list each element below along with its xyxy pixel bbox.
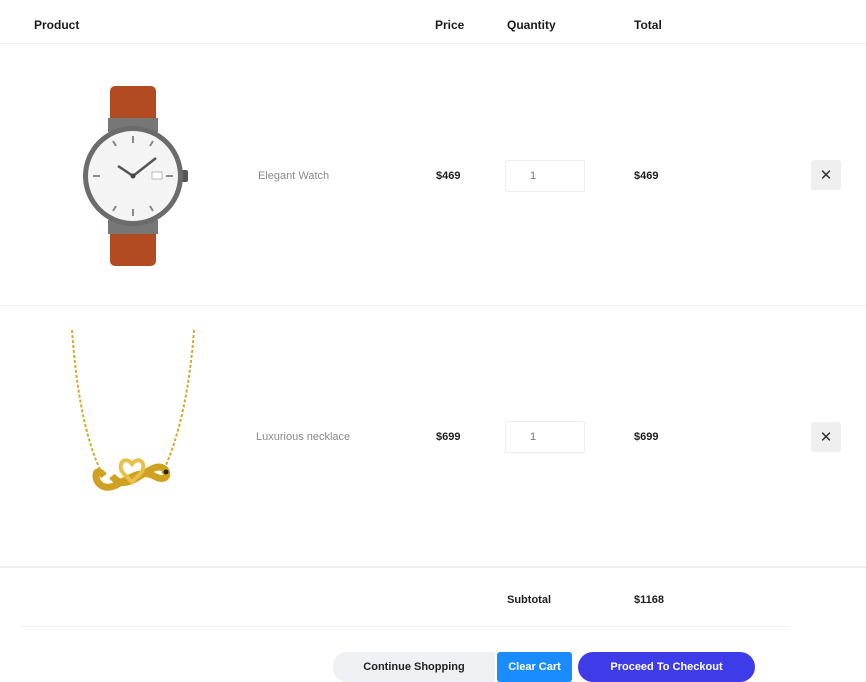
product-total: $469 — [634, 170, 659, 182]
quantity-input[interactable] — [505, 421, 585, 453]
product-price: $469 — [436, 170, 461, 182]
close-icon: ✕ — [819, 428, 833, 446]
header-product: Product — [34, 18, 80, 32]
subtotal-label: Subtotal — [507, 594, 551, 606]
close-icon: ✕ — [819, 166, 833, 184]
subtotal-value: $1168 — [634, 594, 664, 606]
continue-shopping-button[interactable]: Continue Shopping — [333, 652, 495, 682]
header-total: Total — [634, 18, 662, 32]
cart-row-necklace: Luxurious necklace $699 $699 ✕ — [0, 306, 866, 568]
remove-item-button[interactable]: ✕ — [811, 422, 841, 452]
cart-table-header: Product Price Quantity Total — [0, 0, 866, 44]
cart-row-watch: Elegant Watch $469 $469 ✕ — [0, 44, 866, 306]
product-total: $699 — [634, 431, 659, 443]
proceed-to-checkout-button[interactable]: Proceed To Checkout — [578, 652, 755, 682]
subtotal-row — [0, 570, 866, 628]
quantity-input[interactable] — [505, 160, 585, 192]
divider — [20, 626, 790, 627]
remove-item-button[interactable]: ✕ — [811, 160, 841, 190]
header-price: Price — [435, 18, 465, 32]
product-name[interactable]: Elegant Watch — [258, 170, 329, 182]
necklace-image[interactable] — [62, 326, 202, 506]
header-quantity: Quantity — [507, 18, 556, 32]
product-price: $699 — [436, 431, 461, 443]
clear-cart-button[interactable]: Clear Cart — [497, 652, 572, 682]
product-name[interactable]: Luxurious necklace — [256, 431, 350, 443]
watch-image[interactable] — [78, 86, 190, 266]
